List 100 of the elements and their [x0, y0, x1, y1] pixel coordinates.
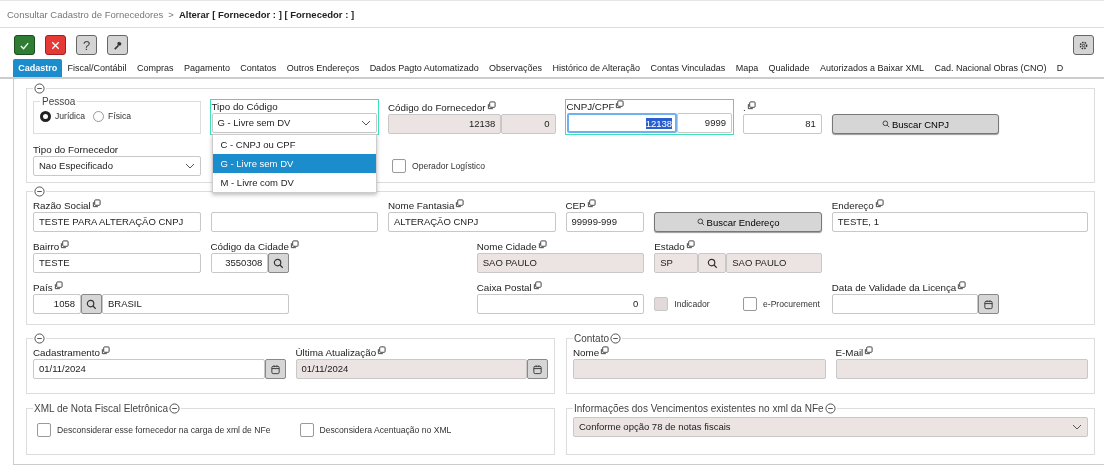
code-field[interactable]: 1058	[33, 294, 81, 314]
section-title: Informações dos Vencimentos existentes no xml da NFe	[574, 403, 824, 414]
select-field[interactable]: G - Livre sem DV	[211, 113, 377, 133]
copy-icon[interactable]	[746, 101, 756, 110]
copy-icon[interactable]	[101, 346, 110, 355]
field-label: Razão Social	[33, 199, 91, 212]
copy-icon[interactable]	[60, 240, 70, 249]
copy-icon[interactable]	[957, 281, 967, 290]
confirm-button[interactable]	[14, 35, 35, 55]
field-label: Nome Cidade	[476, 240, 537, 253]
checkbox[interactable]	[37, 423, 51, 437]
copy-icon[interactable]	[615, 100, 625, 109]
tab[interactable]: Fiscal/Contábil	[62, 59, 132, 77]
copy-icon[interactable]	[91, 199, 101, 208]
text-field[interactable]: 12138	[566, 113, 678, 133]
copy-icon[interactable]	[289, 240, 299, 249]
checkbox[interactable]	[299, 423, 314, 437]
field-label: Caixa Postal	[476, 281, 532, 294]
field-label: CNPJ/CPF	[566, 100, 615, 113]
close-icon	[50, 39, 61, 51]
text-field[interactable]: BRASIL	[102, 294, 290, 314]
calendar-icon	[269, 363, 281, 375]
search-cnpj-button[interactable]: Buscar CNPJ	[831, 114, 1000, 134]
tab[interactable]: Cadastro	[13, 59, 63, 77]
tab[interactable]: Compras	[131, 59, 179, 77]
checkbox-label: e-Procurement	[763, 299, 820, 309]
search-address-button[interactable]: Buscar Endereço	[654, 212, 822, 232]
copy-icon[interactable]	[455, 199, 465, 208]
text-field[interactable]: 9999	[677, 113, 732, 133]
text-field[interactable]: TESTE, 1	[831, 212, 1088, 232]
breadcrumb-link[interactable]: Consultar Cadastro de Fornecedores	[7, 8, 164, 20]
calendar-icon	[983, 298, 995, 310]
collapse-icon[interactable]	[34, 83, 45, 94]
search-button[interactable]	[698, 253, 727, 273]
checkbox[interactable]	[743, 297, 757, 311]
tab[interactable]: Autorizados a Baixar XML	[814, 59, 930, 77]
date-field[interactable]	[831, 294, 979, 314]
tab[interactable]: Observações	[483, 59, 548, 77]
tab[interactable]: Mapa	[730, 59, 764, 77]
search-button[interactable]	[81, 294, 102, 314]
field-label: .	[743, 101, 746, 114]
field-label: Tipo do Código	[211, 100, 278, 113]
tab[interactable]: Pagamento	[178, 59, 236, 77]
settings-button[interactable]	[1073, 35, 1094, 55]
select-field[interactable]: Nao Especificado	[33, 156, 201, 176]
checkbox[interactable]	[392, 159, 406, 173]
calendar-button[interactable]	[978, 294, 1000, 314]
chevron-icon	[1072, 424, 1082, 430]
dropdown-option[interactable]: M - Livre com DV	[212, 173, 376, 192]
tab[interactable]: Cad. Nacional Obras (CNO)	[929, 59, 1052, 77]
tab[interactable]: Histórico de Alteração	[547, 59, 646, 77]
field-label: Código da Cidade	[210, 240, 289, 253]
collapse-icon[interactable]	[824, 403, 836, 414]
checkbox-label: Operador Logístico	[412, 161, 486, 171]
text-field[interactable]: 3550308	[210, 253, 269, 273]
tab[interactable]: Contatos	[235, 59, 282, 77]
text-field[interactable]	[210, 212, 378, 232]
radio-button[interactable]	[40, 110, 51, 122]
collapse-icon[interactable]	[34, 333, 45, 344]
tab[interactable]: D	[1051, 59, 1069, 77]
field-label: E-Mail	[835, 346, 864, 359]
calendar-button[interactable]	[264, 359, 286, 379]
page-title: Alterar [ Fornecedor : ] [ Fornecedor : ]	[178, 8, 355, 20]
tab[interactable]: Contas Vinculadas	[645, 59, 731, 77]
tab[interactable]: Outros Endereços	[281, 59, 365, 77]
dropdown-option[interactable]: C - CNPJ ou CPF	[212, 135, 376, 154]
field-label: CEP	[565, 199, 586, 212]
radio-label: Física	[108, 111, 131, 121]
field-label: Código do Fornecedor	[388, 101, 486, 114]
text-field[interactable]: 81	[743, 114, 822, 134]
field-label: Endereço	[831, 199, 874, 212]
collapse-icon[interactable]	[169, 403, 181, 414]
help-button[interactable]: ?	[76, 35, 97, 55]
field-label: Bairro	[33, 240, 60, 253]
text-field[interactable]: TESTE	[33, 253, 201, 273]
code-field: 12138	[388, 114, 502, 134]
tab[interactable]: Dados Pagto Automatizado	[364, 59, 484, 77]
calendar-icon	[532, 363, 543, 375]
calendar-button[interactable]	[527, 359, 548, 379]
text-field[interactable]: 99999-999	[565, 212, 645, 232]
copy-icon[interactable]	[586, 199, 596, 208]
cancel-button[interactable]	[45, 35, 66, 55]
field-label: Tipo do Fornecedor	[33, 143, 119, 156]
search-button[interactable]	[268, 253, 290, 273]
field-label: Última Atualização	[295, 346, 377, 359]
text-field[interactable]: TESTE PARA ALTERAÇÃO CNPJ	[33, 212, 201, 232]
copy-icon[interactable]	[532, 281, 542, 290]
collapse-icon[interactable]	[34, 186, 45, 197]
copy-icon[interactable]	[874, 199, 884, 208]
tab[interactable]: Qualidade	[763, 59, 815, 77]
text-field[interactable]: 0	[476, 294, 645, 314]
dropdown-option[interactable]: G - Livre sem DV	[212, 154, 376, 173]
collapse-icon[interactable]	[610, 333, 622, 344]
copy-icon[interactable]	[53, 281, 63, 290]
wrench-icon	[112, 39, 123, 51]
code-field: 0	[501, 114, 556, 134]
tools-button[interactable]	[107, 35, 128, 55]
copy-icon[interactable]	[486, 101, 496, 110]
date-field[interactable]: 01/11/2024	[33, 359, 265, 379]
text-field[interactable]: ALTERAÇÃO CNPJ	[388, 212, 556, 232]
